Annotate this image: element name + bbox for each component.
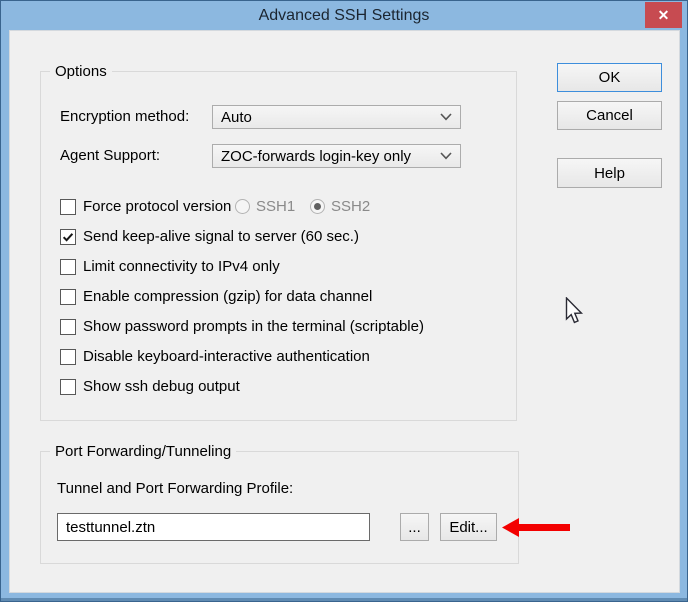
ssh1-radio bbox=[235, 199, 250, 214]
checkbox-label: Enable compression (gzip) for data chann… bbox=[83, 288, 372, 305]
checkbox-row-ssh-debug: Show ssh debug output bbox=[60, 378, 240, 395]
checkbox-row-keep-alive: Send keep-alive signal to server (60 sec… bbox=[60, 228, 359, 245]
edit-button[interactable]: Edit... bbox=[440, 513, 497, 541]
close-icon: ✕ bbox=[658, 7, 670, 24]
password-prompts-checkbox[interactable] bbox=[60, 319, 76, 335]
chevron-down-icon bbox=[440, 113, 452, 121]
title-bar[interactable]: Advanced SSH Settings bbox=[1, 1, 687, 30]
tunnel-profile-input[interactable] bbox=[57, 513, 370, 541]
encryption-method-value: Auto bbox=[221, 109, 434, 126]
checkbox-row-ipv4: Limit connectivity to IPv4 only bbox=[60, 258, 280, 275]
compression-checkbox[interactable] bbox=[60, 289, 76, 305]
tunnel-profile-label: Tunnel and Port Forwarding Profile: bbox=[57, 479, 293, 499]
chevron-down-icon bbox=[440, 152, 452, 160]
checkbox-label: Show password prompts in the terminal (s… bbox=[83, 318, 424, 335]
checkbox-row-password-prompts: Show password prompts in the terminal (s… bbox=[60, 318, 424, 335]
checkbox-label: Limit connectivity to IPv4 only bbox=[83, 258, 280, 275]
encryption-method-label: Encryption method: bbox=[60, 105, 189, 129]
help-button[interactable]: Help bbox=[557, 158, 662, 188]
ssh2-radio-item: SSH2 bbox=[310, 198, 370, 215]
checkbox-label: Show ssh debug output bbox=[83, 378, 240, 395]
ssh1-radio-item: SSH1 bbox=[235, 198, 295, 215]
ssh-debug-checkbox[interactable] bbox=[60, 379, 76, 395]
checkbox-label: Send keep-alive signal to server (60 sec… bbox=[83, 228, 359, 245]
window-title: Advanced SSH Settings bbox=[259, 7, 430, 24]
options-group-legend: Options bbox=[50, 63, 112, 80]
keyboard-interactive-checkbox[interactable] bbox=[60, 349, 76, 365]
checkbox-label: Force protocol version bbox=[83, 198, 231, 215]
close-button[interactable]: ✕ bbox=[645, 2, 682, 28]
port-forwarding-group-legend: Port Forwarding/Tunneling bbox=[50, 443, 236, 460]
red-arrow-annotation bbox=[502, 517, 570, 538]
agent-support-label: Agent Support: bbox=[60, 144, 160, 168]
ok-button[interactable]: OK bbox=[557, 63, 662, 92]
mouse-cursor bbox=[565, 297, 587, 327]
ipv4-only-checkbox[interactable] bbox=[60, 259, 76, 275]
checkbox-row-force-protocol: Force protocol version bbox=[60, 198, 231, 215]
cancel-button[interactable]: Cancel bbox=[557, 101, 662, 130]
agent-support-dropdown[interactable]: ZOC-forwards login-key only bbox=[212, 144, 461, 168]
port-forwarding-group: Port Forwarding/Tunneling bbox=[40, 451, 519, 564]
ssh2-radio bbox=[310, 199, 325, 214]
ssh2-radio-label: SSH2 bbox=[331, 198, 370, 215]
checkbox-row-compression: Enable compression (gzip) for data chann… bbox=[60, 288, 372, 305]
force-protocol-checkbox[interactable] bbox=[60, 199, 76, 215]
browse-button[interactable]: ... bbox=[400, 513, 429, 541]
radio-dot bbox=[314, 203, 321, 210]
checkbox-row-keyboard-interactive: Disable keyboard-interactive authenticat… bbox=[60, 348, 370, 365]
agent-support-value: ZOC-forwards login-key only bbox=[221, 148, 434, 165]
keep-alive-checkbox[interactable] bbox=[60, 229, 76, 245]
checkbox-label: Disable keyboard-interactive authenticat… bbox=[83, 348, 370, 365]
ssh1-radio-label: SSH1 bbox=[256, 198, 295, 215]
checkmark-icon bbox=[61, 230, 75, 244]
dialog-body: Options Encryption method: Auto Agent Su… bbox=[9, 30, 680, 593]
dialog-window: Advanced SSH Settings ✕ Options Encrypti… bbox=[0, 0, 688, 602]
encryption-method-dropdown[interactable]: Auto bbox=[212, 105, 461, 129]
